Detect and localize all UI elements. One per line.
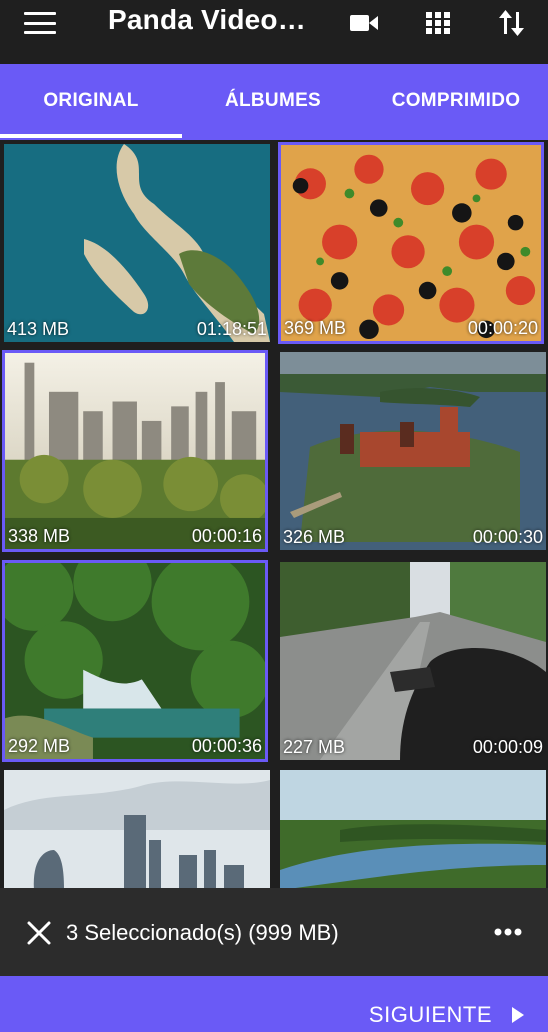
video-camera-icon[interactable]	[348, 8, 380, 38]
app-bar: Panda Video…	[0, 0, 548, 64]
more-options-icon[interactable]	[494, 928, 522, 936]
video-thumbnail-image	[4, 144, 270, 342]
sort-icon[interactable]	[496, 8, 528, 38]
video-thumbnail-image	[280, 352, 546, 550]
next-button[interactable]: SIGUIENTE	[369, 1002, 524, 1028]
video-size: 227 MB	[283, 737, 346, 757]
grid-view-icon[interactable]	[422, 8, 454, 38]
video-duration: 00:00:16	[191, 526, 262, 546]
video-duration: 00:00:30	[472, 527, 543, 547]
video-thumbnail-image	[280, 562, 546, 760]
video-thumbnail-image	[280, 770, 546, 888]
close-icon[interactable]	[26, 920, 52, 946]
video-duration: 01:18:51	[196, 319, 267, 339]
video-thumbnail-image	[4, 770, 270, 888]
tab-bar: ORIGINAL ÁLBUMES COMPRIMIDO	[0, 64, 548, 140]
video-duration: 00:00:36	[191, 736, 262, 756]
menu-icon[interactable]	[24, 12, 56, 34]
video-thumbnail[interactable]: 369 MB 00:00:20	[278, 142, 544, 344]
tab-albums[interactable]: ÁLBUMES	[182, 64, 364, 138]
video-grid: 413 MB 01:18:51 369 MB 00:00:20 338 MB 0…	[0, 140, 548, 888]
video-size: 292 MB	[8, 736, 71, 756]
video-thumbnail[interactable]: 227 MB 00:00:09	[280, 562, 546, 760]
video-duration: 00:00:09	[472, 737, 543, 757]
video-size: 369 MB	[284, 318, 347, 338]
video-thumbnail[interactable]: 338 MB 00:00:16	[2, 350, 268, 552]
next-button-label: SIGUIENTE	[368, 1002, 492, 1027]
video-size: 413 MB	[7, 319, 70, 339]
video-thumbnail[interactable]	[4, 770, 270, 888]
video-thumbnail[interactable]: 413 MB 01:18:51	[4, 144, 270, 342]
video-size: 326 MB	[283, 527, 346, 547]
video-thumbnail[interactable]	[280, 770, 546, 888]
video-size: 338 MB	[8, 526, 71, 546]
video-thumbnail-image	[5, 353, 265, 549]
selection-count: 3 Seleccionado(s) (999 MB)	[66, 920, 339, 945]
video-duration: 00:00:20	[467, 318, 538, 338]
app-title: Panda Video…	[108, 4, 306, 35]
tab-compressed[interactable]: COMPRIMIDO	[364, 64, 548, 138]
play-arrow-icon	[512, 1007, 524, 1023]
active-tab-indicator	[0, 134, 182, 138]
tab-original[interactable]: ORIGINAL	[0, 64, 182, 138]
video-thumbnail[interactable]: 292 MB 00:00:36	[2, 560, 268, 762]
selection-bar: 3 Seleccionado(s) (999 MB)	[0, 888, 548, 976]
bottom-action-bar: SIGUIENTE	[0, 976, 548, 1032]
video-thumbnail-image	[281, 145, 541, 341]
video-thumbnail[interactable]: 326 MB 00:00:30	[280, 352, 546, 550]
video-thumbnail-image	[5, 563, 265, 759]
